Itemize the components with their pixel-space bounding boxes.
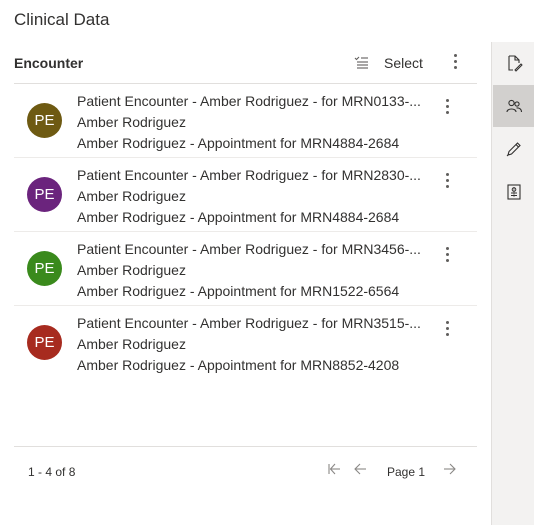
encounter-patient: Amber Rodriguez xyxy=(77,114,186,130)
people-icon xyxy=(505,99,522,113)
select-list-icon[interactable] xyxy=(353,54,369,70)
pen-icon xyxy=(506,142,521,157)
row-more-icon[interactable] xyxy=(440,96,454,116)
encounter-row[interactable]: PE Patient Encounter - Amber Rodriguez -… xyxy=(14,158,477,232)
rail-button-contact[interactable] xyxy=(493,171,534,213)
encounter-appointment: Amber Rodriguez - Appointment for MRN488… xyxy=(77,209,400,225)
row-more-icon[interactable] xyxy=(440,244,454,264)
encounter-panel: Encounter Select PE Patient Encounter - … xyxy=(14,42,477,494)
document-edit-icon xyxy=(507,55,523,72)
encounter-patient: Amber Rodriguez xyxy=(77,188,186,204)
encounter-appointment: Amber Rodriguez - Appointment for MRN152… xyxy=(77,283,400,299)
encounter-title[interactable]: Patient Encounter - Amber Rodriguez - fo… xyxy=(77,91,427,112)
page-title: Clinical Data xyxy=(14,10,110,29)
encounter-patient: Amber Rodriguez xyxy=(77,262,186,278)
encounter-row[interactable]: PE Patient Encounter - Amber Rodriguez -… xyxy=(14,306,477,379)
previous-page-icon[interactable] xyxy=(352,461,368,477)
encounter-title[interactable]: Patient Encounter - Amber Rodriguez - fo… xyxy=(77,313,427,334)
pagination-footer: 1 - 4 of 8 Page 1 xyxy=(14,446,477,495)
page-indicator: Page 1 xyxy=(387,465,426,479)
encounter-list: PE Patient Encounter - Amber Rodriguez -… xyxy=(14,84,477,379)
first-page-icon[interactable] xyxy=(326,461,342,477)
side-rail xyxy=(491,42,534,525)
avatar: PE xyxy=(27,103,62,138)
record-count: 1 - 4 of 8 xyxy=(28,465,76,479)
rail-button-pen[interactable] xyxy=(493,128,534,170)
row-more-icon[interactable] xyxy=(440,170,454,190)
avatar: PE xyxy=(27,251,62,286)
encounter-patient: Amber Rodriguez xyxy=(77,336,186,352)
next-page-icon[interactable] xyxy=(442,461,458,477)
encounter-title[interactable]: Patient Encounter - Amber Rodriguez - fo… xyxy=(77,165,427,186)
contact-card-icon xyxy=(506,184,521,200)
avatar: PE xyxy=(27,325,62,360)
panel-header-title: Encounter xyxy=(14,55,84,71)
avatar: PE xyxy=(27,177,62,212)
encounter-title[interactable]: Patient Encounter - Amber Rodriguez - fo… xyxy=(77,239,427,260)
encounter-appointment: Amber Rodriguez - Appointment for MRN885… xyxy=(77,357,400,373)
row-more-icon[interactable] xyxy=(440,318,454,338)
select-button[interactable]: Select xyxy=(384,55,423,71)
rail-button-people[interactable] xyxy=(493,85,534,127)
encounter-appointment: Amber Rodriguez - Appointment for MRN488… xyxy=(77,135,400,151)
rail-button-document[interactable] xyxy=(493,42,534,84)
encounter-row[interactable]: PE Patient Encounter - Amber Rodriguez -… xyxy=(14,84,477,158)
panel-header: Encounter Select xyxy=(14,42,477,84)
more-vertical-icon[interactable] xyxy=(448,51,462,71)
encounter-row[interactable]: PE Patient Encounter - Amber Rodriguez -… xyxy=(14,232,477,306)
